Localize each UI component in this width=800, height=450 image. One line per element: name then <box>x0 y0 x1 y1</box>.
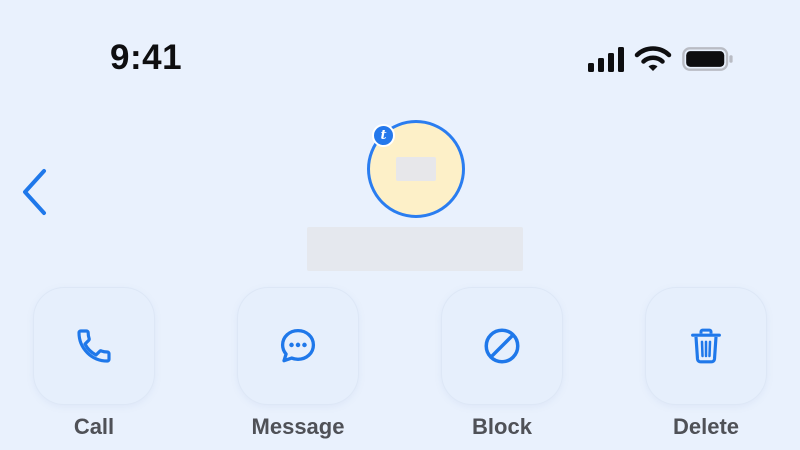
contact-name <box>307 227 523 271</box>
delete-label: Delete <box>672 414 740 439</box>
contact-screen: 9:41 t Call Message Block Delete <box>0 0 800 450</box>
message-action: Message <box>238 288 358 440</box>
block-button[interactable] <box>442 288 562 404</box>
call-label: Call <box>73 414 115 439</box>
call-button[interactable] <box>34 288 154 404</box>
source-badge-icon: t <box>372 124 395 147</box>
chevron-left-icon <box>23 169 46 215</box>
phone-icon <box>77 329 111 363</box>
battery-icon <box>682 47 733 71</box>
delete-button[interactable] <box>646 288 766 404</box>
status-time: 9:41 <box>110 38 183 77</box>
chat-bubble-icon <box>280 328 316 363</box>
avatar-initials <box>396 157 436 181</box>
block-label: Block <box>472 414 532 439</box>
cellular-signal-icon <box>588 46 624 72</box>
status-icons <box>588 44 734 74</box>
back-button[interactable] <box>14 166 54 218</box>
message-button[interactable] <box>238 288 358 404</box>
delete-action: Delete <box>646 288 766 440</box>
wifi-icon <box>634 46 672 71</box>
block-action: Block <box>442 288 562 440</box>
message-label: Message <box>251 414 345 439</box>
call-action: Call <box>34 288 154 440</box>
block-icon <box>484 328 520 364</box>
trash-icon <box>691 328 721 364</box>
